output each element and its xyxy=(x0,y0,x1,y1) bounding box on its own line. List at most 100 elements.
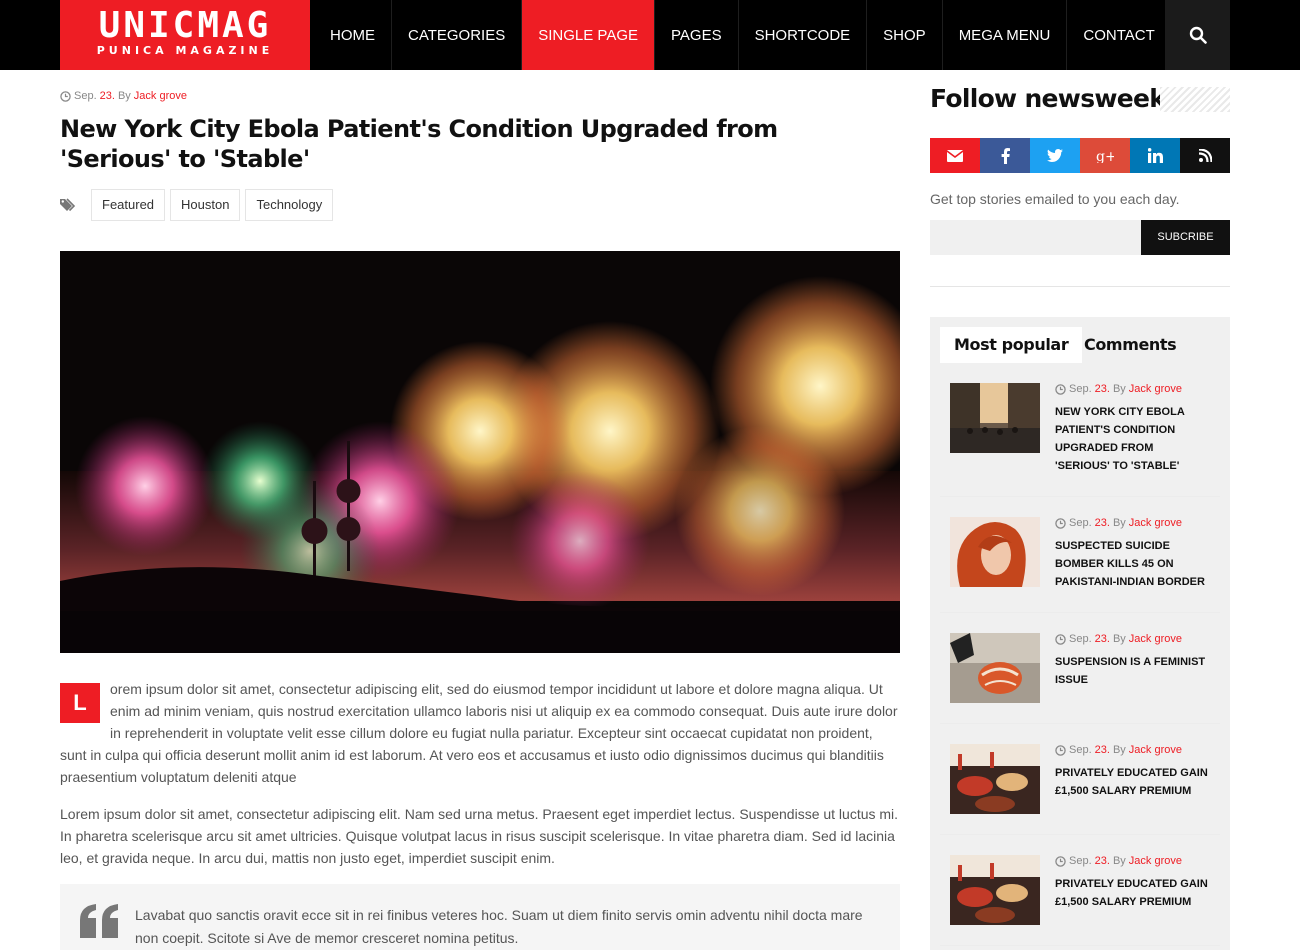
list-item: Sep. 23. By Jack grove NEW YORK CITY EBO… xyxy=(940,363,1220,497)
post-title[interactable]: SUSPECTED SUICIDE BOMBER KILLS 45 ON PAK… xyxy=(1055,537,1210,591)
post-month: Sep. xyxy=(1069,383,1092,395)
google-plus-icon: g+ xyxy=(1096,149,1114,163)
post-thumbnail[interactable] xyxy=(950,633,1040,703)
quote-text: Lavabat quo sanctis oravit ecce sit in r… xyxy=(135,907,863,946)
tag-technology[interactable]: Technology xyxy=(245,189,334,221)
subscribe-text: Get top stories emailed to you each day. xyxy=(930,191,1180,207)
hero-image xyxy=(60,251,900,653)
tag-featured[interactable]: Featured xyxy=(91,189,166,221)
post-thumbnail[interactable] xyxy=(950,855,1040,925)
list-item: Sep. 23. By Jack grove SUSPECTED SUICIDE… xyxy=(940,497,1220,613)
nav-shortcode[interactable]: SHORTCODE xyxy=(739,0,868,70)
social-buttons: g+ xyxy=(930,138,1230,173)
post-day: 23. xyxy=(1094,744,1110,756)
post-month: Sep. xyxy=(1069,744,1092,756)
post-meta: Sep. 23. By Jack grove xyxy=(1055,855,1182,867)
post-thumbnail[interactable] xyxy=(950,744,1040,814)
meta-by: By xyxy=(117,90,131,102)
post-month: Sep. xyxy=(1069,517,1092,529)
post-meta: Sep. 23. By Jack grove xyxy=(1055,633,1182,645)
post-month: Sep. xyxy=(1069,633,1092,645)
post-day: 23. xyxy=(1094,517,1110,529)
svg-text:g+: g+ xyxy=(1096,149,1114,163)
nav-contact[interactable]: CONTACT xyxy=(1067,0,1172,70)
tab-comments[interactable]: Comments xyxy=(1084,327,1177,363)
list-item: Sep. 23. By Jack grove PRIVATELY EDUCATE… xyxy=(940,724,1220,835)
sidebar-divider xyxy=(930,286,1230,287)
nav-categories[interactable]: CATEGORIES xyxy=(392,0,523,70)
clock-icon xyxy=(1055,517,1066,529)
list-item: Sep. 23. By Jack grove SUSPENSION IS A F… xyxy=(940,613,1220,724)
post-thumbnail[interactable] xyxy=(950,383,1040,453)
email-icon xyxy=(947,149,963,162)
post-title[interactable]: NEW YORK CITY EBOLA PATIENT'S CONDITION … xyxy=(1055,403,1210,475)
post-author[interactable]: Jack grove xyxy=(1129,383,1182,395)
meta-author[interactable]: Jack grove xyxy=(134,90,187,102)
meta-month: Sep. xyxy=(74,90,97,102)
twitter-icon xyxy=(1047,149,1063,162)
post-meta: Sep. 23. By Jack grove xyxy=(1055,517,1182,529)
subscribe-email-input[interactable] xyxy=(930,220,1141,255)
article-paragraph-2: Lorem ipsum dolor sit amet, consectetur … xyxy=(60,806,899,866)
post-meta: Sep. 23. By Jack grove xyxy=(1055,744,1182,756)
list-item: Sep. 23. By Jack grove PRIVATELY EDUCATE… xyxy=(940,835,1220,946)
email-button[interactable] xyxy=(930,138,980,173)
post-thumbnail[interactable] xyxy=(950,517,1040,587)
follow-title: Follow newsweek xyxy=(930,84,1166,113)
post-by: By xyxy=(1112,633,1126,645)
quote-icon xyxy=(80,904,118,938)
logo-text: UNICMAG xyxy=(98,5,272,46)
linkedin-button[interactable] xyxy=(1130,138,1180,173)
post-by: By xyxy=(1112,744,1126,756)
article-tags: Featured Houston Technology xyxy=(60,189,334,221)
twitter-button[interactable] xyxy=(1030,138,1080,173)
post-author[interactable]: Jack grove xyxy=(1129,517,1182,529)
post-day: 23. xyxy=(1094,383,1110,395)
clock-icon xyxy=(1055,633,1066,645)
linkedin-icon xyxy=(1147,148,1163,163)
main-nav: HOME CATEGORIES SINGLE PAGE PAGES SHORTC… xyxy=(310,0,1172,70)
post-month: Sep. xyxy=(1069,855,1092,867)
clock-icon xyxy=(1055,383,1066,395)
search-button[interactable] xyxy=(1165,0,1230,70)
rss-icon xyxy=(1198,149,1212,162)
post-day: 23. xyxy=(1094,633,1110,645)
search-icon xyxy=(1189,26,1207,44)
google-plus-button[interactable]: g+ xyxy=(1080,138,1130,173)
site-logo[interactable]: UNICMAG PUNICA MAGAZINE xyxy=(60,0,310,70)
article-paragraph-1: L orem ipsum dolor sit amet, consectetur… xyxy=(60,678,900,788)
paragraph-1-text: orem ipsum dolor sit amet, consectetur a… xyxy=(60,681,898,785)
subscribe-button[interactable]: SUBCRIBE xyxy=(1141,220,1230,255)
clock-icon xyxy=(60,90,71,102)
post-by: By xyxy=(1112,517,1126,529)
post-meta: Sep. 23. By Jack grove xyxy=(1055,383,1182,395)
blockquote: Lavabat quo sanctis oravit ecce sit in r… xyxy=(60,884,900,950)
post-title[interactable]: PRIVATELY EDUCATED GAIN £1,500 SALARY PR… xyxy=(1055,764,1210,800)
post-author[interactable]: Jack grove xyxy=(1129,744,1182,756)
header-spacer xyxy=(1230,0,1300,70)
clock-icon xyxy=(1055,855,1066,867)
post-title[interactable]: PRIVATELY EDUCATED GAIN £1,500 SALARY PR… xyxy=(1055,875,1210,911)
nav-mega-menu[interactable]: MEGA MENU xyxy=(943,0,1068,70)
rss-button[interactable] xyxy=(1180,138,1230,173)
post-by: By xyxy=(1112,383,1126,395)
article-meta: Sep. 23. By Jack grove xyxy=(60,90,187,102)
tag-houston[interactable]: Houston xyxy=(170,189,241,221)
nav-single-page[interactable]: SINGLE PAGE xyxy=(522,0,656,70)
facebook-button[interactable] xyxy=(980,138,1030,173)
post-author[interactable]: Jack grove xyxy=(1129,633,1182,645)
facebook-icon xyxy=(1001,147,1010,164)
tags-icon xyxy=(60,198,86,212)
post-day: 23. xyxy=(1094,855,1110,867)
post-by: By xyxy=(1112,855,1126,867)
tab-most-popular[interactable]: Most popular xyxy=(940,327,1083,363)
nav-home[interactable]: HOME xyxy=(310,0,392,70)
logo-tagline: PUNICA MAGAZINE xyxy=(96,44,274,57)
post-title[interactable]: SUSPENSION IS A FEMINIST ISSUE xyxy=(1055,653,1210,689)
nav-shop[interactable]: SHOP xyxy=(867,0,943,70)
post-author[interactable]: Jack grove xyxy=(1129,855,1182,867)
clock-icon xyxy=(1055,744,1066,756)
nav-pages[interactable]: PAGES xyxy=(655,0,739,70)
popular-tabs-widget: Most popular Comments Sep. 23. By Jack g… xyxy=(930,317,1230,950)
article-title: New York City Ebola Patient's Condition … xyxy=(60,115,778,173)
